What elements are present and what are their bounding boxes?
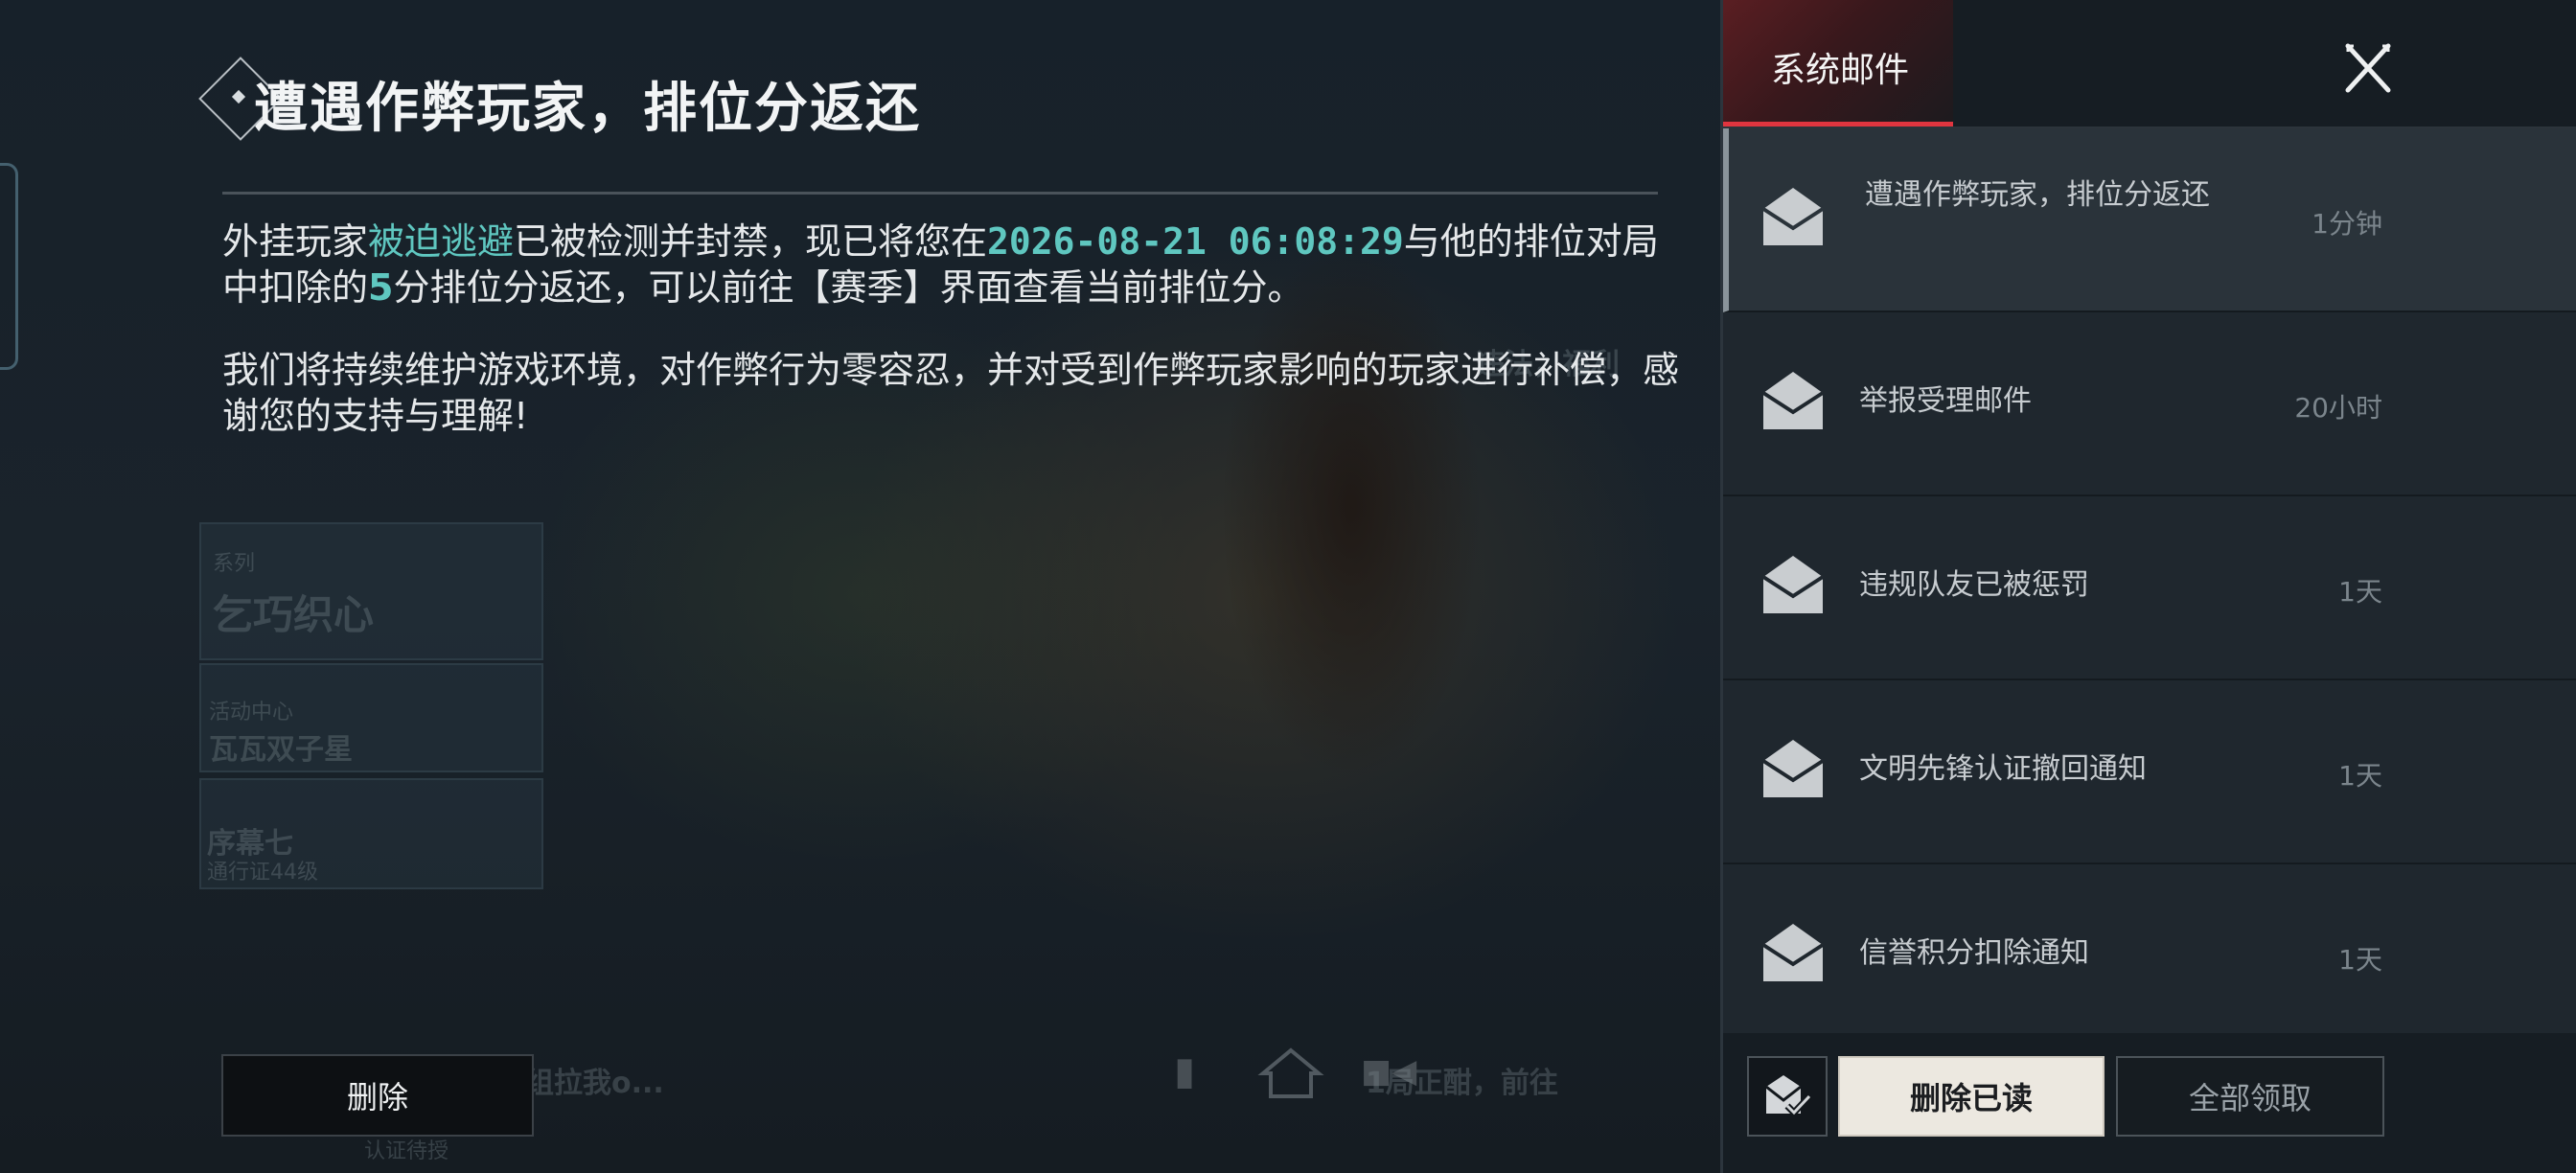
tab-system-mail[interactable]: 系统邮件 [1723,0,1953,126]
body-text: 已被检测并封禁，现已将您在 [514,220,988,263]
envelope-icon [1761,372,1825,429]
points-value: 5 [368,266,394,309]
delete-button[interactable]: 删除 [221,1054,534,1137]
video-icon: ■◀ [1361,1052,1417,1091]
match-datetime: 2026-08-21 06:08:29 [987,220,1404,263]
cheater-name: 被迫逃避 [368,220,515,263]
mail-list: 遭遇作弊玩家，排位分返还 1分钟 举报受理邮件 20小时 违规队友已被惩罚 1天 [1723,128,2576,1048]
mail-panel-footer: 删除已读 全部领取 [1723,1033,2576,1173]
message-paragraph-1: 外挂玩家被迫逃避已被检测并封禁，现已将您在2026-08-21 06:08:29… [222,218,1679,310]
mail-subject: 举报受理邮件 [1859,384,2032,418]
bookmark-icon: ▮ [1174,1049,1196,1093]
mark-read-icon [1765,1075,1812,1118]
delete-read-button[interactable]: 删除已读 [1838,1056,2104,1137]
claim-all-button[interactable]: 全部领取 [2116,1056,2384,1137]
mail-item[interactable]: 举报受理邮件 20小时 [1723,312,2576,496]
mail-time: 1天 [2338,576,2382,608]
mail-item[interactable]: 违规队友已被惩罚 1天 [1723,496,2576,680]
close-button[interactable] [2334,34,2402,102]
game-background: 系列 乞巧织心 活动中心 瓦瓦双子星 序幕七 通行证44级 违法，福利 组拉我o… [0,0,1720,1173]
mail-item[interactable]: 遭遇作弊玩家，排位分返还 1分钟 [1723,128,2576,312]
mark-all-read-button[interactable] [1747,1056,1828,1137]
message-body: 外挂玩家被迫逃避已被检测并封禁，现已将您在2026-08-21 06:08:29… [222,218,1679,475]
mail-time: 1分钟 [2312,208,2382,240]
home-icon [1257,1045,1324,1112]
mail-subject: 遭遇作弊玩家，排位分返还 [1865,178,2210,212]
envelope-icon [1761,924,1825,981]
envelope-icon [1761,556,1825,613]
mail-panel-header: 系统邮件 [1723,0,2576,128]
body-text: 外挂玩家 [222,220,369,263]
left-edge-handle [0,163,18,370]
bg-hud-text-left: 组拉我o... [525,1067,664,1100]
mail-time: 1天 [2338,760,2382,792]
bg-cert-text: 认证待授 [364,1139,449,1163]
mail-subject: 信誉积分扣除通知 [1859,936,2089,970]
bg-activity-label: 活动中心 [209,701,294,724]
mail-panel: 系统邮件 遭遇作弊玩家，排位分返还 1分钟 举报受理邮件 20小时 违规队友已被… [1720,0,2576,1173]
title-divider [222,192,1658,195]
mail-subject: 文明先锋认证撤回通知 [1859,752,2147,786]
tab-label: 系统邮件 [1771,51,1910,90]
body-text: 分排位分返还，可以前往【赛季】界面查看当前排位分。 [393,266,1304,309]
message-paragraph-2: 我们将持续维护游戏环境，对作弊行为零容忍，并对受到作弊玩家影响的玩家进行补偿，感… [222,349,1680,437]
mail-subject: 违规队友已被惩罚 [1859,568,2089,602]
message-title: 遭遇作弊玩家，排位分返还 [254,78,921,140]
mail-time: 1天 [2338,944,2382,976]
close-icon [2345,43,2391,93]
bg-series-label: 系列 [213,552,256,576]
envelope-icon [1761,740,1825,797]
envelope-icon [1761,188,1825,245]
mail-item[interactable]: 信誉积分扣除通知 1天 [1723,864,2576,1048]
mail-item[interactable]: 文明先锋认证撤回通知 1天 [1723,680,2576,864]
bg-pass-level: 通行证44级 [207,861,318,885]
mail-time: 20小时 [2294,392,2382,424]
bg-series-name: 乞巧织心 [213,591,375,638]
bg-activity-name: 瓦瓦双子星 [209,733,353,767]
